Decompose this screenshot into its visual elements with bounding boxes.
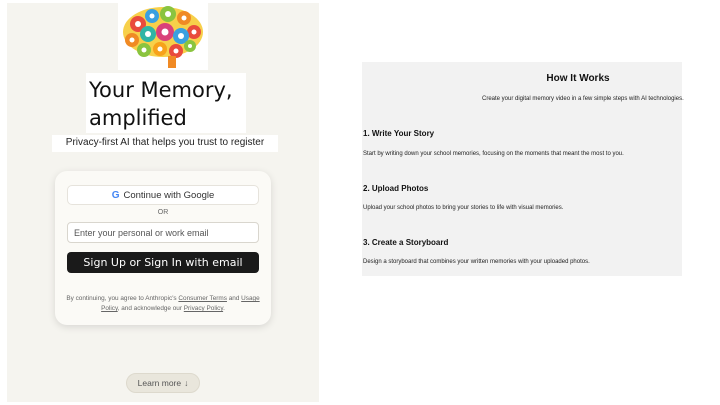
step-description: Upload your school photos to bring your … (363, 205, 564, 211)
email-input[interactable] (67, 222, 259, 243)
terms-and: and (226, 295, 242, 302)
learn-more-button[interactable]: Learn more ↓ (126, 373, 200, 393)
arrow-down-icon: ↓ (184, 378, 189, 388)
or-divider: OR (157, 209, 169, 216)
continue-with-google-button[interactable]: G Continue with Google (67, 185, 259, 205)
terms-mid: , and acknowledge our (117, 305, 184, 312)
how-it-works-title: How It Works (546, 73, 610, 84)
colorful-brain-gears-icon (118, 2, 208, 70)
google-button-label: Continue with Google (123, 189, 215, 201)
terms-prefix: By continuing, you agree to Anthropic's (66, 295, 179, 302)
page-subtitle: Privacy-first AI that helps you trust to… (65, 137, 265, 148)
step-description: Start by writing down your school memori… (363, 151, 624, 157)
step-description: Design a storyboard that combines your w… (363, 259, 590, 265)
sign-up-email-button[interactable]: Sign Up or Sign In with email (67, 252, 259, 273)
google-icon: G (111, 189, 120, 201)
page-title: Your Memory, amplified (89, 78, 233, 130)
step-title: 1. Write Your Story (363, 129, 435, 138)
learn-more-label: Learn more (137, 378, 182, 388)
consumer-terms-link[interactable]: Consumer Terms (178, 295, 227, 302)
terms-end: . (223, 305, 225, 312)
terms-notice: By continuing, you agree to Anthropic's … (64, 294, 262, 314)
how-it-works-subtitle: Create your digital memory video in a fe… (482, 96, 684, 102)
step-title: 3. Create a Storyboard (363, 238, 449, 247)
step-title: 2. Upload Photos (363, 184, 429, 193)
privacy-policy-link[interactable]: Privacy Policy (184, 305, 223, 312)
